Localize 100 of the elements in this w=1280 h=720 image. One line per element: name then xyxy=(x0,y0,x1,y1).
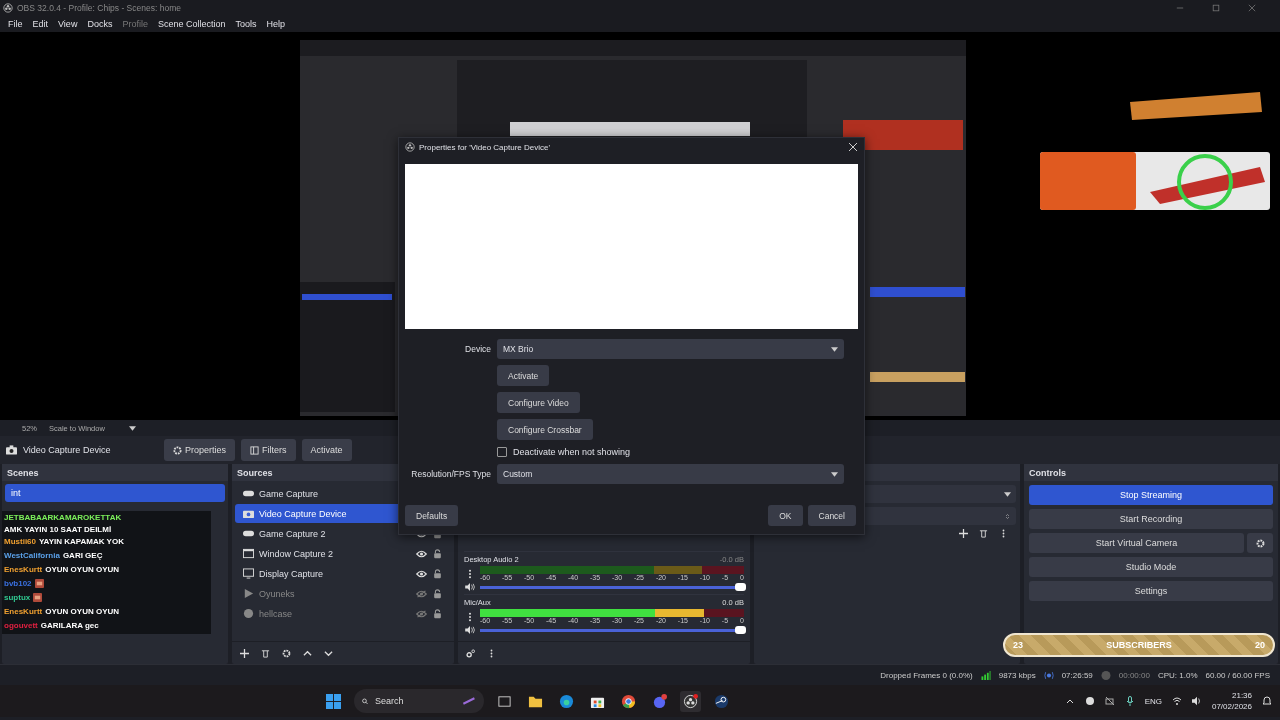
fps-readout: 60.00 / 60.00 FPS xyxy=(1205,670,1270,680)
menu-item[interactable]: Help xyxy=(261,19,290,29)
subscriber-count: 20 xyxy=(1254,640,1265,650)
stream-time: 07:26:59 xyxy=(1061,670,1093,680)
chat-message: OYUN OYUN OYUN xyxy=(45,607,120,616)
volume-slider[interactable] xyxy=(480,628,744,632)
gear-icon xyxy=(173,445,182,455)
lock-icon[interactable] xyxy=(432,568,443,579)
source-type-icon xyxy=(243,608,254,619)
language-indicator[interactable]: ENG xyxy=(1144,696,1162,706)
checkbox[interactable] xyxy=(497,447,507,457)
field-label: Device xyxy=(464,344,491,354)
recording-time: 00:00:00 xyxy=(1118,670,1150,680)
emote-icon xyxy=(34,579,44,588)
dock-title: Scenes xyxy=(7,467,39,478)
resolution-type-dropdown[interactable]: Custom xyxy=(497,464,844,484)
emote-icon xyxy=(33,593,43,602)
lock-icon[interactable] xyxy=(432,548,443,559)
caret-icon xyxy=(1004,491,1011,497)
window-title: OBS 32.0.4 - Profile: Chips - Scenes: home xyxy=(17,3,181,13)
source-item[interactable]: Window Capture 2 xyxy=(235,544,451,563)
source-toolbar-button[interactable]: Activate xyxy=(301,439,352,461)
caret-icon xyxy=(831,346,838,352)
defaults-button[interactable]: Defaults xyxy=(405,505,459,526)
control-button[interactable]: Settings xyxy=(1029,581,1273,601)
source-item[interactable]: Display Capture xyxy=(235,564,451,583)
add-icon[interactable] xyxy=(240,648,249,658)
device-button[interactable]: Configure Video xyxy=(497,392,580,413)
chat-app-icon[interactable] xyxy=(1084,696,1095,706)
menu-item[interactable]: File xyxy=(3,19,28,29)
caret-icon xyxy=(128,425,136,431)
clock-time[interactable]: 21:36 xyxy=(1232,691,1252,700)
gear-icon xyxy=(1255,538,1265,548)
scene-item[interactable]: int xyxy=(5,484,225,502)
maximize-icon[interactable] xyxy=(1212,4,1220,12)
caret-icon xyxy=(831,471,838,477)
checkbox-label[interactable]: Deactivate when not showing xyxy=(513,447,631,457)
source-type-icon xyxy=(243,548,254,559)
chat-username: EnesKurtt xyxy=(4,607,43,616)
visibility-eye-icon[interactable] xyxy=(416,548,427,559)
control-button[interactable]: Start Virtual Camera xyxy=(1029,533,1244,553)
clock-date[interactable]: 07/02/2026 xyxy=(1211,702,1252,711)
menu-item[interactable]: Tools xyxy=(230,19,262,29)
device-button[interactable]: Configure Crossbar xyxy=(497,419,593,440)
source-item[interactable]: hellcase xyxy=(235,604,451,623)
chat-message: GARILARA gec xyxy=(40,621,99,630)
menu-item[interactable]: Scene Collection xyxy=(152,19,231,29)
advanced-settings-icon[interactable] xyxy=(466,648,475,658)
wifi-icon[interactable] xyxy=(1171,696,1182,706)
device-button[interactable]: Activate xyxy=(497,365,550,386)
search-box[interactable]: Search xyxy=(353,689,484,713)
menu-item[interactable]: Edit xyxy=(27,19,54,29)
camera-off-icon[interactable] xyxy=(1104,696,1115,706)
add-icon[interactable] xyxy=(959,529,968,538)
visibility-eye-icon[interactable] xyxy=(416,568,427,579)
dialog-title: Properties for 'Video Capture Device' xyxy=(419,142,550,152)
move-down-icon[interactable] xyxy=(324,648,333,658)
source-item[interactable]: Game Capture xyxy=(235,484,451,503)
chat-username: ogouvett xyxy=(4,621,38,630)
camera-icon xyxy=(6,445,17,455)
control-button[interactable]: Start Recording xyxy=(1029,509,1273,529)
device-dropdown[interactable]: MX Brio xyxy=(497,339,844,359)
chat-message: YAYIN KAPAMAK YOK xyxy=(39,537,124,546)
subscriber-count: 23 xyxy=(1013,640,1023,650)
chat-username: JETBABAARKAMAROKETTAK xyxy=(4,513,122,522)
search-icon xyxy=(361,696,368,706)
control-button[interactable]: Studio Mode xyxy=(1029,557,1273,577)
obs-icon[interactable] xyxy=(679,690,701,712)
source-item[interactable]: Oyuneks xyxy=(235,584,451,603)
lock-icon[interactable] xyxy=(432,608,443,619)
speaker-icon[interactable] xyxy=(464,626,476,634)
menu-item[interactable]: View xyxy=(53,19,83,29)
spin-arrows-icon xyxy=(1004,513,1011,519)
source-toolbar-button[interactable]: Filters xyxy=(241,439,296,461)
signal-icon xyxy=(980,670,991,680)
microphone-icon[interactable] xyxy=(1124,696,1135,706)
menu-item[interactable]: Docks xyxy=(82,19,118,29)
control-button[interactable]: Stop Streaming xyxy=(1029,485,1273,505)
close-icon[interactable] xyxy=(848,142,858,152)
delete-icon[interactable] xyxy=(979,529,988,538)
speaker-icon[interactable] xyxy=(464,583,476,591)
chat-username: suptux xyxy=(4,593,31,602)
cancel-button[interactable]: Cancel xyxy=(807,505,856,526)
volume-slider[interactable] xyxy=(480,585,744,589)
ok-button[interactable]: OK xyxy=(768,505,803,526)
notification-icon[interactable] xyxy=(1262,696,1272,706)
source-type-icon xyxy=(243,488,254,499)
volume-icon[interactable] xyxy=(1191,696,1202,706)
settings-button[interactable] xyxy=(1247,533,1273,553)
subscriber-label: SUBSCRIBERS xyxy=(1106,640,1172,650)
lock-icon[interactable] xyxy=(432,588,443,599)
taskbar-search-field[interactable]: Search xyxy=(373,695,457,707)
settings-icon[interactable] xyxy=(282,648,291,658)
field-label: Resolution/FPS Type xyxy=(410,469,491,479)
chat-message: GARI GEÇ xyxy=(62,551,103,560)
source-toolbar-button[interactable]: Properties xyxy=(164,439,236,461)
move-up-icon[interactable] xyxy=(303,648,312,658)
delete-icon[interactable] xyxy=(261,648,270,658)
chat-username: EnesKurtt xyxy=(4,565,43,574)
source-type-icon xyxy=(243,528,254,539)
